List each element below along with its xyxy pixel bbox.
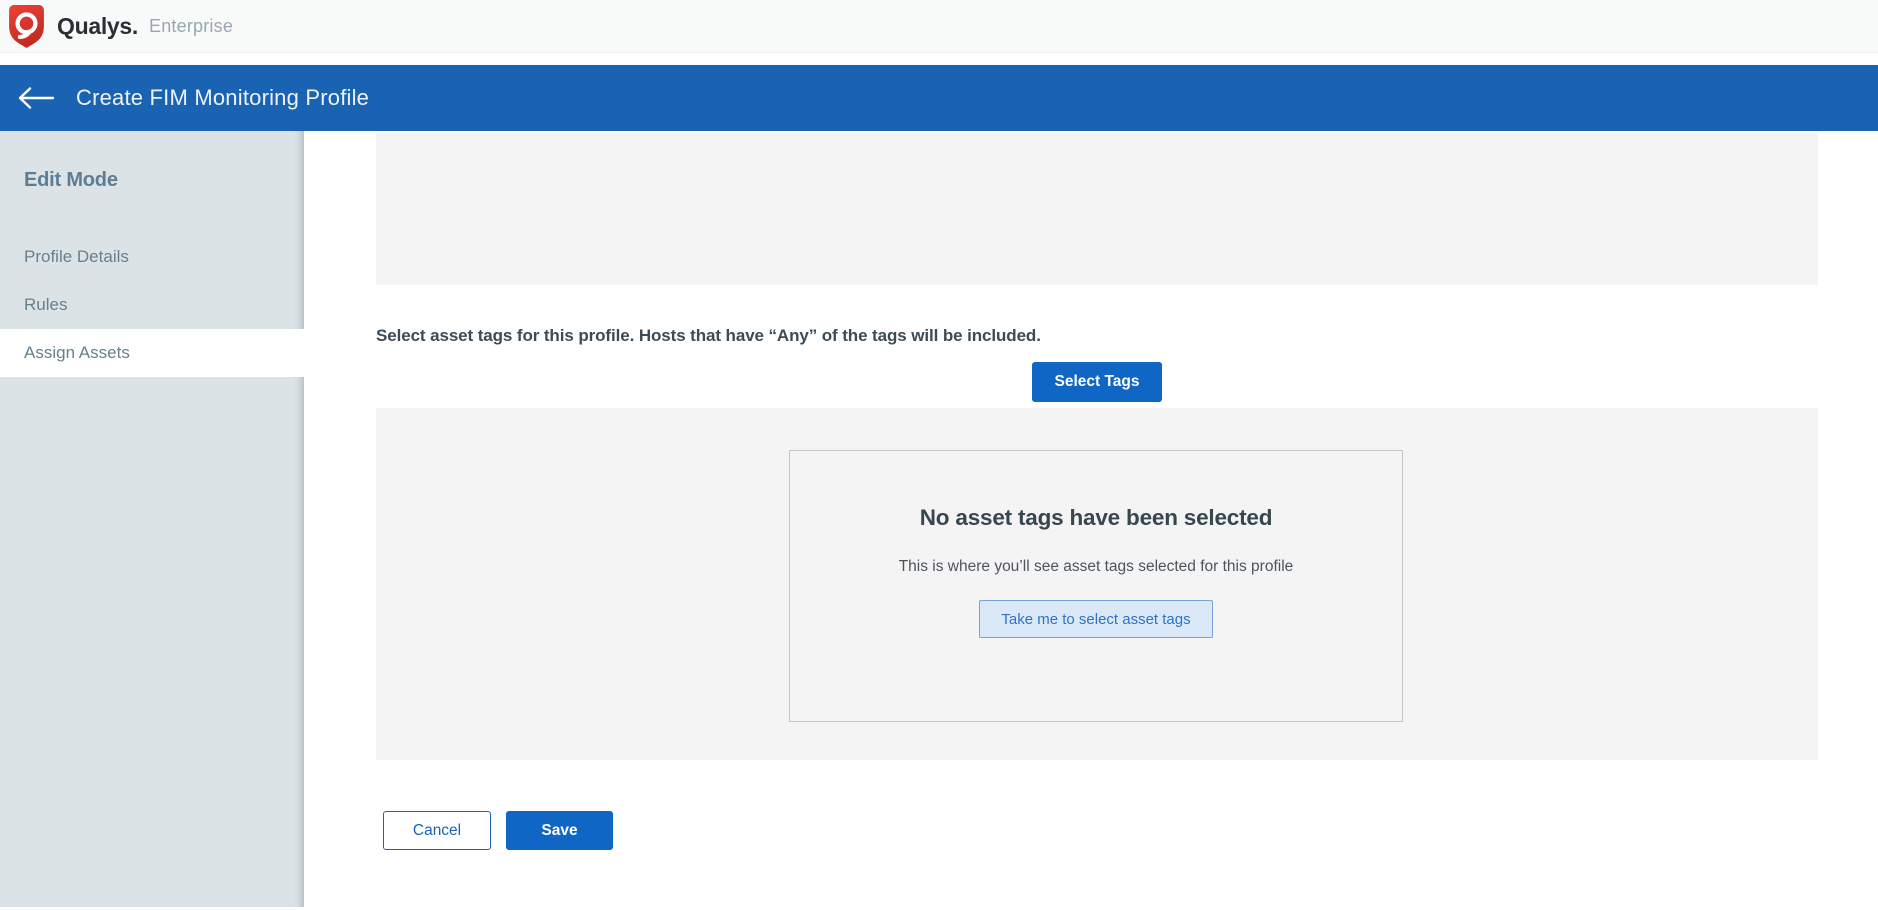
empty-state-title: No asset tags have been selected bbox=[920, 505, 1273, 531]
topbar: Qualys. Enterprise bbox=[0, 0, 1878, 53]
content-panel-top bbox=[376, 133, 1818, 285]
sidebar: Edit Mode Profile Details Rules Assign A… bbox=[0, 131, 304, 907]
footer-actions: Cancel Save bbox=[383, 811, 613, 850]
save-button[interactable]: Save bbox=[506, 811, 613, 850]
brand-edition: Enterprise bbox=[149, 16, 233, 37]
take-me-to-select-asset-tags-button[interactable]: Take me to select asset tags bbox=[979, 600, 1212, 638]
page-header: Create FIM Monitoring Profile bbox=[0, 65, 1878, 131]
qualys-logo: Qualys. Enterprise bbox=[9, 5, 233, 48]
select-tags-button[interactable]: Select Tags bbox=[1032, 362, 1162, 402]
back-arrow-icon bbox=[17, 86, 55, 110]
cancel-button[interactable]: Cancel bbox=[383, 811, 491, 850]
empty-state-description: This is where you’ll see asset tags sele… bbox=[896, 557, 1296, 576]
empty-state-box: No asset tags have been selected This is… bbox=[789, 450, 1403, 722]
sidebar-item-rules[interactable]: Rules bbox=[0, 281, 304, 329]
qualys-shield-icon bbox=[9, 5, 44, 48]
brand-name: Qualys. bbox=[57, 13, 138, 40]
page-title: Create FIM Monitoring Profile bbox=[76, 85, 369, 111]
back-button[interactable] bbox=[13, 78, 59, 118]
sidebar-item-profile-details[interactable]: Profile Details bbox=[0, 233, 304, 281]
sidebar-item-assign-assets[interactable]: Assign Assets bbox=[0, 329, 304, 377]
asset-tags-panel: No asset tags have been selected This is… bbox=[376, 408, 1818, 760]
edit-mode-label: Edit Mode bbox=[24, 169, 304, 192]
app-window: Qualys. Enterprise Create FIM Monitoring… bbox=[0, 0, 1878, 910]
sidebar-nav: Profile Details Rules Assign Assets bbox=[0, 233, 304, 377]
instruction-text: Select asset tags for this profile. Host… bbox=[376, 326, 1041, 346]
